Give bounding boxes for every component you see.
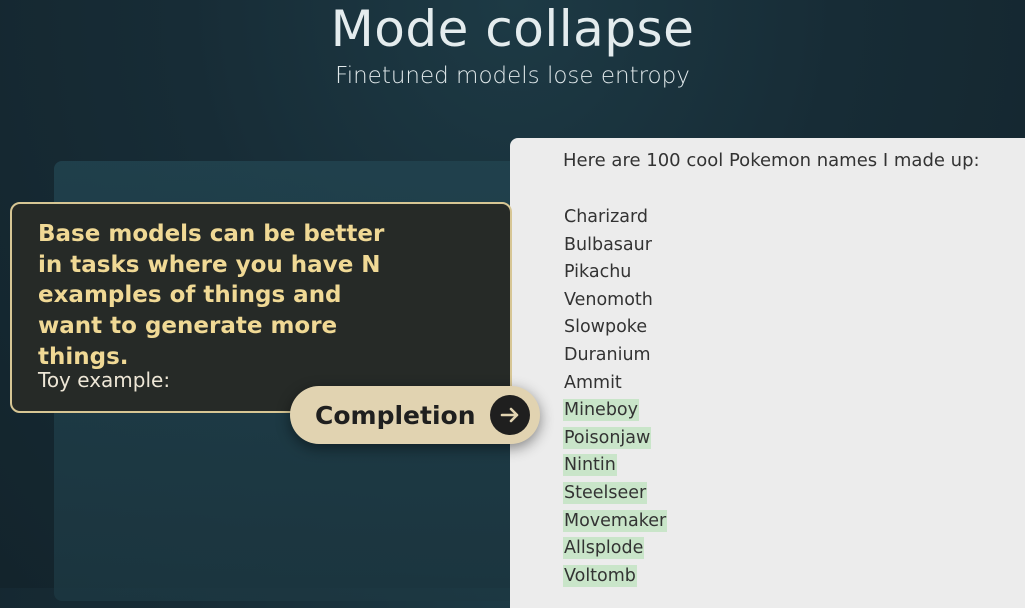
prompt-name-item: Slowpoke	[564, 317, 648, 338]
toy-example-label: Toy example:	[38, 368, 171, 392]
callout-text: Base models can be better in tasks where…	[38, 221, 385, 370]
callout-box: Base models can be better in tasks where…	[10, 202, 512, 413]
prompt-name-item: Pikachu	[564, 262, 632, 283]
generated-name-item: Allsplode	[563, 537, 645, 560]
generated-name-item: Poisonjaw	[563, 426, 652, 449]
generated-name-item: Mineboy	[563, 399, 639, 422]
prompt-name-item: Bulbasaur	[564, 234, 652, 255]
document-header: Here are 100 cool Pokemon names I made u…	[563, 150, 980, 171]
prompt-name-item: Charizard	[564, 207, 648, 227]
generated-name-item: Nintin	[563, 454, 617, 477]
pokemon-name-list: Charizard Bulbasaur Pikachu Venomoth Slo…	[563, 204, 668, 590]
slide-title: Mode collapse	[330, 0, 695, 58]
document-panel: Here are 100 cool Pokemon names I made u…	[510, 138, 1025, 608]
slide-subtitle: Finetuned models lose entropy	[335, 63, 690, 89]
completion-button[interactable]: Completion	[290, 386, 540, 444]
prompt-name-item: Duranium	[564, 344, 651, 365]
generated-name-item: Voltomb	[563, 564, 637, 587]
generated-name-item: Movemaker	[563, 509, 668, 532]
prompt-name-item: Venomoth	[564, 289, 653, 310]
generated-name-item: Steelseer	[563, 481, 648, 504]
prompt-name-item: Ammit	[564, 372, 622, 393]
arrow-right-icon	[490, 395, 530, 435]
completion-button-label: Completion	[315, 400, 476, 430]
